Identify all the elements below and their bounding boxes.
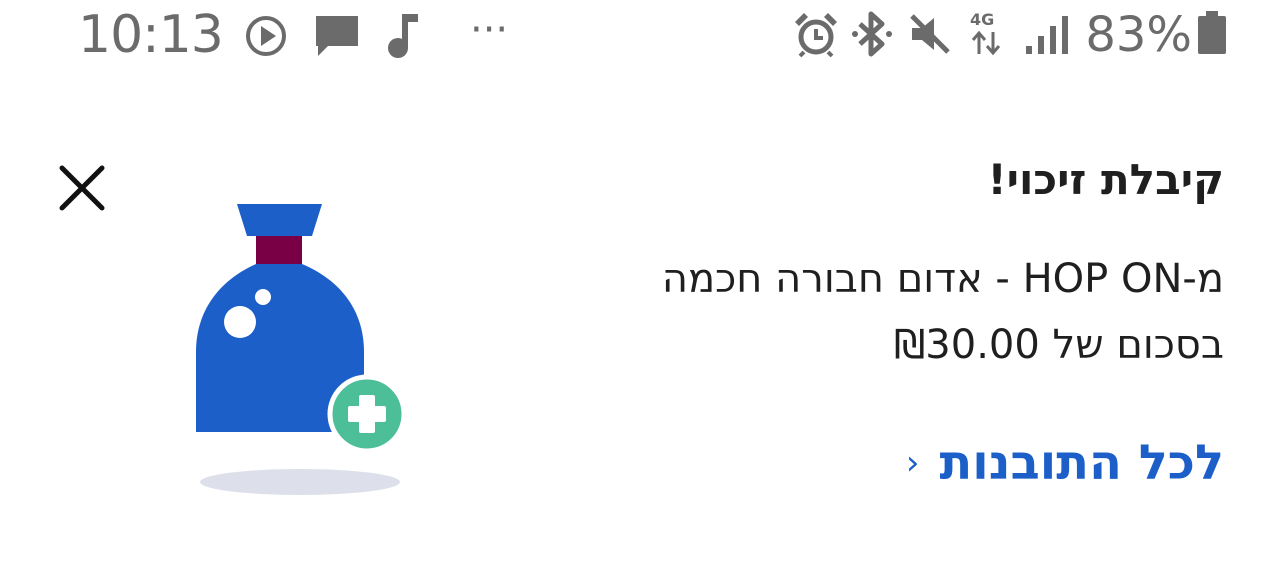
money-bag-plus-icon: [196, 204, 407, 495]
mute-icon: [910, 14, 950, 54]
bluetooth-icon: [852, 11, 892, 57]
data-arrows-icon: [971, 30, 1001, 56]
close-icon[interactable]: [56, 162, 108, 214]
alarm-icon: [795, 13, 837, 58]
status-time: 10:13: [78, 5, 224, 65]
notification-description: מ-HOP ON - אדום חבורה חכמה בסכום של ₪30.…: [404, 246, 1224, 378]
all-insights-link[interactable]: לכל התובנות ‹: [906, 428, 1224, 498]
battery-percent: 83%: [1085, 7, 1192, 63]
status-bar: 10:13 ··· 4G 83%: [0, 0, 1280, 70]
message-icon: [316, 16, 358, 56]
network-type-label: 4G: [970, 10, 995, 29]
notification-title: קיבלת זיכוי!: [987, 155, 1224, 204]
battery-icon: [1198, 11, 1226, 54]
play-icon: [246, 16, 286, 56]
description-line-1: מ-HOP ON - אדום חבורה חכמה: [661, 256, 1224, 302]
more-indicator: ···: [470, 7, 509, 53]
chevron-left-icon: ‹: [905, 443, 920, 483]
all-insights-label[interactable]: לכל התובנות: [939, 428, 1224, 498]
description-line-2: בסכום של ₪30.00: [893, 322, 1224, 368]
music-note-icon: [388, 14, 418, 58]
signal-icon: [1026, 16, 1068, 54]
notification-text: קיבלת זיכוי! מ-HOP ON - אדום חבורה חכמה …: [404, 150, 1224, 378]
